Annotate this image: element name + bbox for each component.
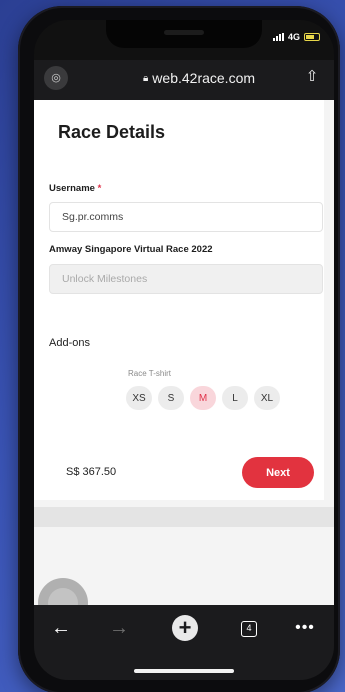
username-field[interactable]: Sg.pr.comms [49, 202, 323, 232]
required-mark: * [97, 183, 102, 194]
tabs-button[interactable]: 4 [236, 615, 262, 641]
username-label: Username * [49, 183, 101, 194]
page-divider [34, 507, 334, 527]
username-label-text: Username [49, 183, 95, 194]
speaker [164, 30, 204, 35]
web-page: Race Details Username * Sg.pr.comms Amwa… [34, 100, 334, 628]
lock-icon: 🔒︎ [142, 72, 149, 84]
next-button[interactable]: Next [242, 457, 314, 488]
milestones-field[interactable]: Unlock Milestones [49, 264, 323, 294]
browser-toolbar: ← → + 4 ••• [34, 605, 334, 680]
reader-mode-icon[interactable]: ◎ [44, 66, 68, 90]
screen: 4G ◎ 🔒︎ web.42race.com ⇧ Race Details Us… [34, 20, 334, 680]
size-option-m[interactable]: M [190, 386, 216, 410]
race-details-card: Race Details Username * Sg.pr.comms Amwa… [34, 100, 324, 500]
addons-heading: Add-ons [49, 337, 90, 349]
forward-arrow-icon[interactable]: → [106, 615, 132, 641]
size-option-s[interactable]: S [158, 386, 184, 410]
back-arrow-icon[interactable]: ← [48, 615, 74, 641]
page-title: Race Details [58, 122, 166, 142]
size-option-xs[interactable]: XS [126, 386, 152, 410]
total-price: S$ 367.50 [66, 466, 117, 478]
address-bar: ◎ 🔒︎ web.42race.com ⇧ [34, 60, 334, 100]
home-indicator [134, 669, 234, 673]
race-label: Amway Singapore Virtual Race 2022 [49, 244, 213, 255]
network-label: 4G [287, 32, 300, 42]
tab-count: 4 [241, 620, 257, 637]
more-options-icon[interactable]: ••• [292, 615, 318, 641]
size-option-xl[interactable]: XL [254, 386, 280, 410]
size-option-l[interactable]: L [222, 386, 248, 410]
url-text: web.42race.com [152, 70, 256, 86]
plus-icon: + [172, 615, 198, 641]
tshirt-label: Race T-shirt [128, 369, 171, 378]
url-field[interactable]: 🔒︎ web.42race.com [114, 60, 284, 96]
size-options: XS S M L XL [126, 386, 280, 410]
new-tab-button[interactable]: + [172, 615, 198, 641]
share-icon[interactable]: ⇧ [300, 66, 324, 90]
signal-icon [272, 33, 284, 41]
notch [106, 20, 262, 48]
status-bar: 4G [272, 32, 320, 42]
battery-icon [304, 33, 320, 41]
